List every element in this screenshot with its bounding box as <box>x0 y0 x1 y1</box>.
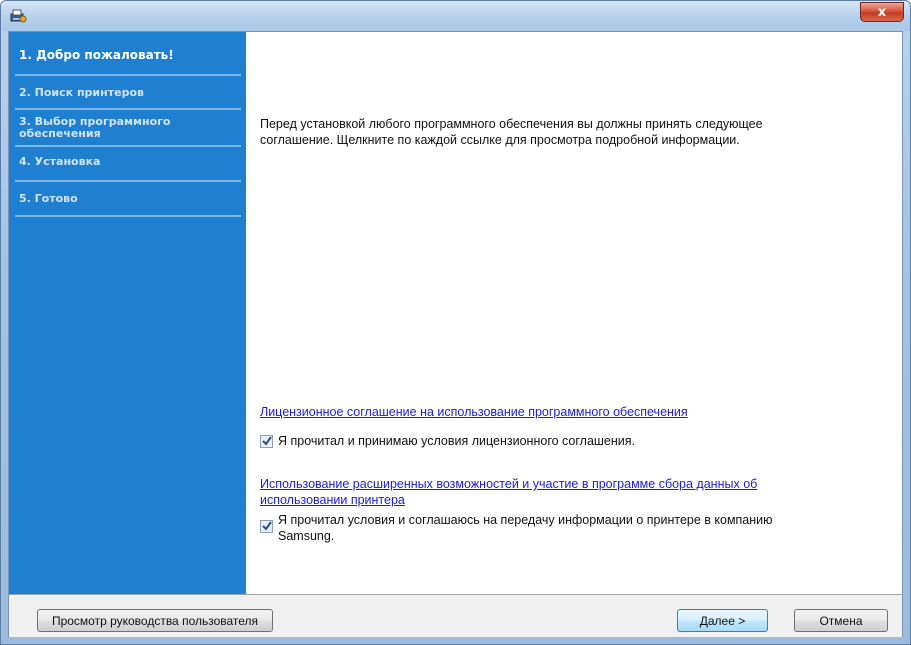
check-icon <box>262 436 272 446</box>
step-software-selection-line2: обеспечения <box>19 127 101 140</box>
step-divider <box>15 180 241 182</box>
step-printer-search: 2. Поиск принтеров <box>19 86 144 99</box>
license-agreement-link[interactable]: Лицензионное соглашение на использование… <box>260 404 688 420</box>
step-divider <box>15 215 241 217</box>
intro-text: Перед установкой любого программного обе… <box>260 116 880 148</box>
intro-line-2: соглашение. Щелкните по каждой ссылке дл… <box>260 133 740 147</box>
advanced-link-line-2: использовании принтера <box>260 493 405 507</box>
step-divider <box>15 108 241 110</box>
step-finish: 5. Готово <box>19 192 78 205</box>
license-accept-row: Я прочитал и принимаю условия лицензионн… <box>260 433 635 449</box>
check-icon <box>262 521 272 531</box>
step-installation: 4. Установка <box>19 155 101 168</box>
advanced-features-link[interactable]: Использование расширенных возможностей и… <box>260 476 757 508</box>
user-guide-button[interactable]: Просмотр руководства пользователя <box>37 609 273 632</box>
intro-line-1: Перед установкой любого программного обе… <box>260 117 763 131</box>
step-sidebar: 1. Добро пожаловать! 2. Поиск принтеров … <box>9 32 246 594</box>
step-divider <box>15 74 241 76</box>
installer-window: x 1. Добро пожаловать! 2. Поиск принтеро… <box>0 0 911 645</box>
cancel-button[interactable]: Отмена <box>794 609 888 632</box>
advanced-link-line-1: Использование расширенных возможностей и… <box>260 477 758 491</box>
close-button[interactable]: x <box>860 2 904 22</box>
step-welcome: 1. Добро пожаловать! <box>19 48 174 62</box>
next-button[interactable]: Далее > <box>677 609 768 632</box>
step-divider <box>15 145 241 147</box>
license-accept-label: Я прочитал и принимаю условия лицензионн… <box>278 434 636 448</box>
data-sharing-line-2: Samsung. <box>278 529 335 543</box>
close-icon: x <box>877 4 887 20</box>
installer-icon <box>10 9 27 23</box>
title-bar: x <box>1 1 910 31</box>
data-sharing-label: Я прочитал условия и соглашаюсь на перед… <box>278 512 773 544</box>
dialog-client-area: 1. Добро пожаловать! 2. Поиск принтеров … <box>8 31 903 637</box>
data-sharing-line-1: Я прочитал условия и соглашаюсь на перед… <box>278 513 773 527</box>
welcome-content: Перед установкой любого программного обе… <box>246 32 902 594</box>
data-sharing-checkbox[interactable] <box>260 520 273 533</box>
data-sharing-row: Я прочитал условия и соглашаюсь на перед… <box>260 512 773 544</box>
button-bar: Просмотр руководства пользователя Далее … <box>9 594 902 637</box>
license-accept-checkbox[interactable] <box>260 435 273 448</box>
